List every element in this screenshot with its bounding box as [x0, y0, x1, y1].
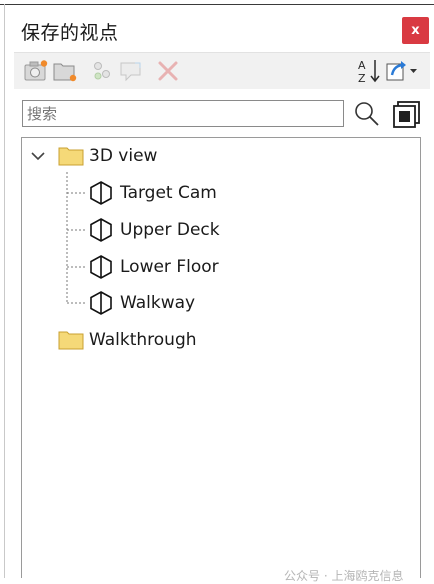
viewpoint-tree: 3D view Target Cam Upper Deck Lower Floo…	[21, 137, 421, 578]
new-folder-icon[interactable]	[51, 57, 79, 85]
tree-item-label: Upper Deck	[120, 220, 220, 240]
panel-left-border	[4, 4, 5, 578]
add-cut-icon[interactable]	[117, 57, 145, 85]
tree-item-label: Walkway	[120, 293, 196, 313]
search-input[interactable]	[22, 100, 344, 127]
save-viewpoint-icon[interactable]	[22, 57, 50, 85]
tree-item-upper-deck[interactable]: Upper Deck	[88, 214, 220, 246]
svg-text:Z: Z	[358, 72, 366, 85]
tree-item-target-cam[interactable]: Target Cam	[88, 177, 217, 209]
tree-item-label: Target Cam	[120, 183, 217, 203]
tree-item-label: Lower Floor	[120, 257, 219, 277]
viewpoint-icon	[88, 217, 114, 243]
tree-item-walkway[interactable]: Walkway	[88, 287, 195, 319]
tree-item-lower-floor[interactable]: Lower Floor	[88, 251, 219, 283]
chevron-down-icon[interactable]	[30, 150, 48, 162]
tree-item-label: Walkthrough	[89, 330, 197, 350]
folder-icon	[58, 329, 84, 351]
tree-item-label: 3D view	[89, 146, 158, 166]
watermark: 公众号 · 上海鸥克信息	[284, 569, 404, 583]
toolbar: A Z	[14, 52, 430, 89]
folder-icon	[58, 145, 84, 167]
collapse-all-icon[interactable]	[390, 99, 422, 131]
tree-item-walkthrough[interactable]: Walkthrough	[58, 324, 197, 356]
tree-item-3d-view[interactable]: 3D view	[30, 140, 157, 172]
viewpoint-icon	[88, 254, 114, 280]
sort-icon[interactable]: A Z	[355, 57, 383, 85]
delete-icon[interactable]	[154, 57, 182, 85]
import-export-icon[interactable]	[384, 57, 420, 85]
panel-top-border	[0, 4, 434, 5]
viewpoint-icon	[88, 290, 114, 316]
panel-title: 保存的视点	[21, 22, 119, 44]
close-button[interactable]: x	[402, 17, 429, 44]
viewpoint-icon	[88, 180, 114, 206]
add-animation-icon[interactable]	[88, 57, 116, 85]
svg-text:A: A	[358, 59, 366, 72]
search-icon[interactable]	[352, 99, 382, 129]
